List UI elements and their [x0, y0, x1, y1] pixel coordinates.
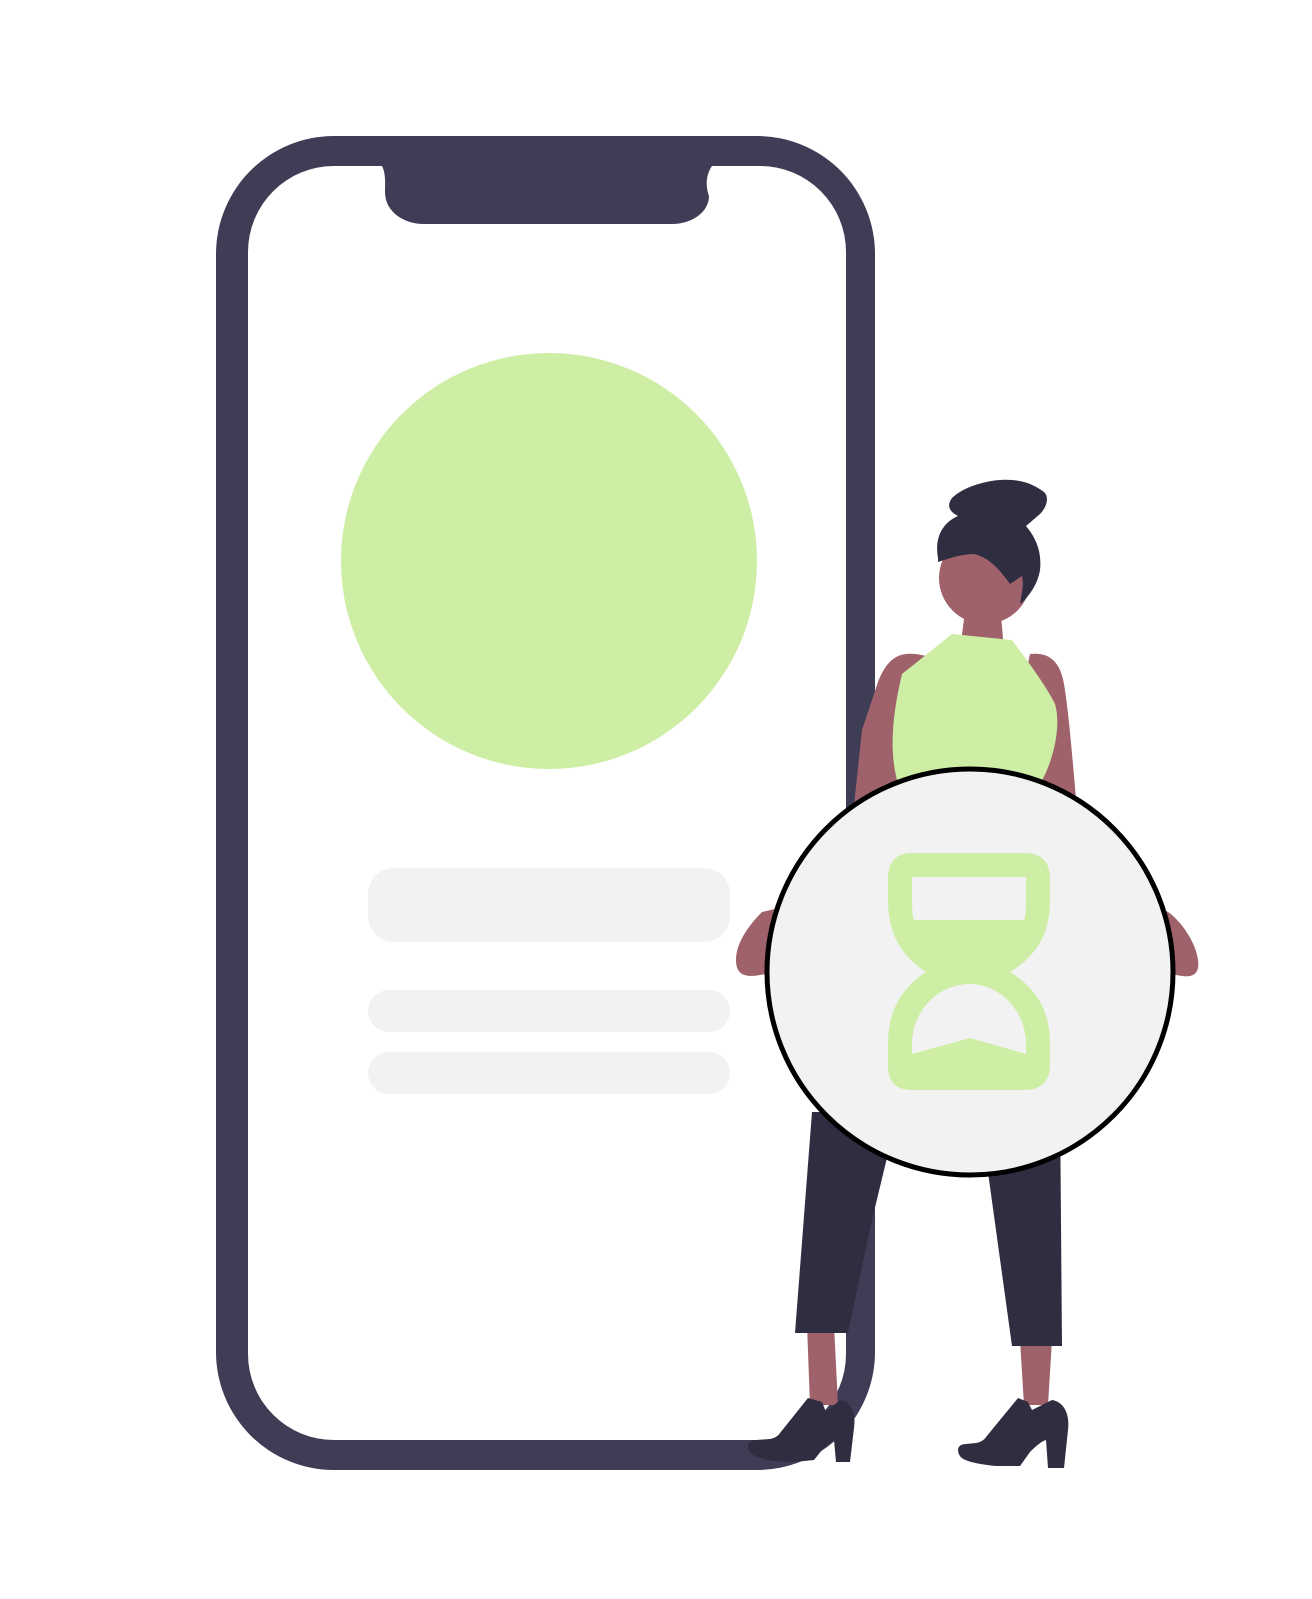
placeholder-bar-large: [368, 868, 730, 942]
phone-notch: [382, 166, 712, 224]
person-leg-right: [1020, 1340, 1052, 1405]
waiting-illustration: [216, 136, 1199, 1470]
person-leg-left: [807, 1325, 838, 1405]
placeholder-bar: [368, 1052, 730, 1094]
profile-placeholder-circle: [341, 353, 757, 769]
smartphone: [216, 136, 875, 1470]
hourglass-badge: [764, 766, 1176, 1178]
person-shoe-right: [958, 1398, 1069, 1468]
placeholder-bar: [368, 990, 730, 1032]
